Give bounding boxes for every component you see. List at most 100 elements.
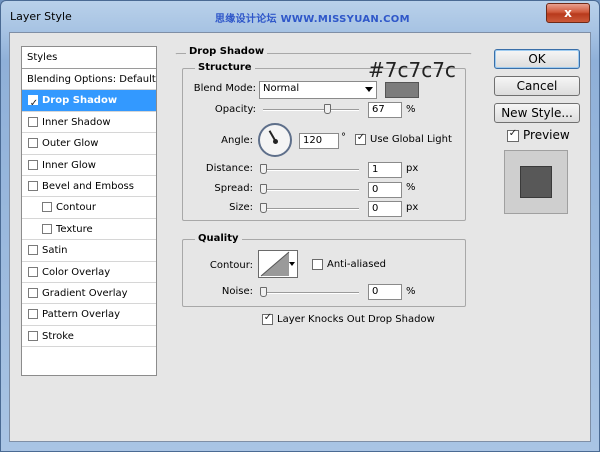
noise-unit: % (406, 286, 416, 297)
title-bar[interactable]: Layer Style 思缘设计论坛 WWW.MISSYUAN.COM x (1, 1, 599, 33)
styles-header[interactable]: Styles (22, 47, 156, 69)
styles-item-inner-shadow[interactable]: Inner Shadow (22, 112, 156, 134)
styles-item-bevel-and-emboss[interactable]: Bevel and Emboss (22, 176, 156, 198)
styles-item-checkbox[interactable] (28, 330, 38, 341)
styles-item-checkbox[interactable] (28, 180, 38, 191)
styles-item-label: Texture (56, 223, 93, 235)
blend-mode-select[interactable]: Normal (259, 81, 377, 99)
anti-aliased-checkbox[interactable] (312, 259, 323, 270)
styles-item-checkbox[interactable] (28, 245, 38, 256)
check-icon: ✓ (263, 312, 273, 323)
chevron-down-icon (365, 87, 373, 92)
styles-item-outer-glow[interactable]: Outer Glow (22, 133, 156, 155)
styles-item-checkbox[interactable] (28, 287, 38, 298)
styles-items: Blending Options: Default ✓ Drop Shadow Inn… (22, 69, 156, 348)
styles-item-checkbox[interactable] (28, 159, 38, 170)
styles-item-checkbox[interactable] (28, 309, 38, 320)
quality-title: Quality (195, 233, 242, 244)
styles-item-label: Color Overlay (42, 266, 111, 278)
styles-item-label: Bevel and Emboss (42, 180, 134, 192)
styles-item-drop-shadow[interactable]: ✓ Drop Shadow (22, 90, 156, 112)
blend-mode-label: Blend Mode: (193, 83, 256, 94)
dialog-client: Styles Blending Options: Default ✓ Drop Sh… (9, 32, 591, 442)
color-annotation: #7c7c7c (368, 58, 456, 82)
noise-input[interactable]: 0 (368, 284, 402, 300)
styles-item-label: Inner Shadow (42, 116, 111, 128)
styles-item-stroke[interactable]: Stroke (22, 326, 156, 348)
contour-linear-icon (260, 251, 290, 277)
styles-item-checkbox[interactable] (42, 202, 52, 213)
spread-slider-thumb[interactable] (260, 184, 267, 194)
preview-thumbnail (504, 150, 568, 214)
preview-checkbox[interactable]: ✓ (507, 128, 519, 142)
spread-label: Spread: (214, 183, 253, 194)
styles-item-inner-glow[interactable]: Inner Glow (22, 155, 156, 176)
noise-slider-thumb[interactable] (260, 287, 267, 297)
size-slider-thumb[interactable] (260, 203, 267, 213)
distance-unit: px (406, 163, 419, 174)
opacity-label: Opacity: (214, 104, 256, 115)
ok-button[interactable]: OK (494, 49, 580, 69)
styles-item-checkbox[interactable] (28, 266, 38, 277)
angle-label: Angle: (221, 135, 253, 146)
spread-slider-track[interactable] (263, 189, 359, 191)
blend-mode-value: Normal (263, 83, 300, 94)
angle-dial-center (273, 139, 278, 144)
use-global-light-checkbox[interactable]: ✓ (355, 132, 366, 145)
contour-label: Contour: (209, 260, 253, 271)
drop-shadow-title: Drop Shadow (186, 46, 268, 57)
size-label: Size: (229, 202, 253, 213)
distance-input[interactable]: 1 (368, 162, 402, 178)
watermark-text: 思缘设计论坛 WWW.MISSYUAN.COM (215, 14, 410, 25)
styles-item-label: Pattern Overlay (42, 309, 121, 321)
anti-aliased-label: Anti-aliased (327, 259, 387, 270)
size-unit: px (406, 202, 419, 213)
styles-item-texture[interactable]: Texture (22, 219, 156, 241)
noise-label: Noise: (221, 286, 253, 297)
new-style-button[interactable]: New Style... (494, 103, 580, 123)
styles-item-checkbox[interactable] (28, 116, 38, 127)
angle-dial[interactable] (258, 123, 292, 157)
opacity-unit: % (406, 104, 416, 115)
use-global-light-label: Use Global Light (370, 134, 452, 145)
distance-slider-thumb[interactable] (260, 164, 267, 174)
preview-label: Preview (523, 128, 570, 142)
styles-item-contour[interactable]: Contour (22, 197, 156, 219)
styles-item-label: Drop Shadow (42, 95, 118, 107)
angle-input[interactable]: 120 (299, 133, 339, 149)
opacity-slider-track[interactable] (263, 109, 359, 111)
styles-item-satin[interactable]: Satin (22, 240, 156, 262)
styles-item-pattern-overlay[interactable]: Pattern Overlay (22, 304, 156, 326)
noise-slider-track[interactable] (263, 292, 359, 294)
layer-knocks-out-checkbox[interactable]: ✓ (262, 312, 273, 325)
styles-item-blending-options-default[interactable]: Blending Options: Default (22, 69, 156, 91)
check-icon: ✓ (508, 128, 518, 139)
styles-item-label: Gradient Overlay (42, 287, 128, 299)
styles-item-label: Blending Options: Default (27, 74, 156, 85)
close-button[interactable]: x (546, 3, 590, 23)
opacity-input[interactable]: 67 (368, 102, 402, 118)
spread-input[interactable]: 0 (368, 182, 402, 198)
distance-slider-track[interactable] (263, 169, 359, 171)
size-slider-track[interactable] (263, 208, 359, 210)
opacity-slider-thumb[interactable] (324, 104, 332, 114)
size-input[interactable]: 0 (368, 201, 402, 217)
layer-knocks-out-label: Layer Knocks Out Drop Shadow (277, 314, 435, 325)
styles-item-gradient-overlay[interactable]: Gradient Overlay (22, 283, 156, 305)
styles-item-checkbox[interactable] (42, 223, 52, 234)
cancel-button[interactable]: Cancel (494, 76, 580, 96)
preview-shape (520, 166, 552, 198)
distance-label: Distance: (205, 163, 253, 174)
contour-dropdown-icon[interactable] (289, 262, 295, 266)
styles-item-label: Contour (56, 202, 96, 214)
styles-item-label: Inner Glow (42, 159, 96, 171)
styles-item-color-overlay[interactable]: Color Overlay (22, 262, 156, 283)
styles-item-label: Outer Glow (42, 138, 99, 150)
styles-item-label: Satin (42, 245, 68, 257)
window-title: Layer Style (10, 10, 72, 23)
styles-item-checkbox[interactable]: ✓ (28, 95, 38, 109)
contour-picker[interactable] (258, 250, 298, 278)
styles-list: Styles Blending Options: Default ✓ Drop Sh… (21, 46, 157, 376)
styles-item-checkbox[interactable] (28, 138, 38, 149)
shadow-color-swatch[interactable] (385, 82, 419, 98)
